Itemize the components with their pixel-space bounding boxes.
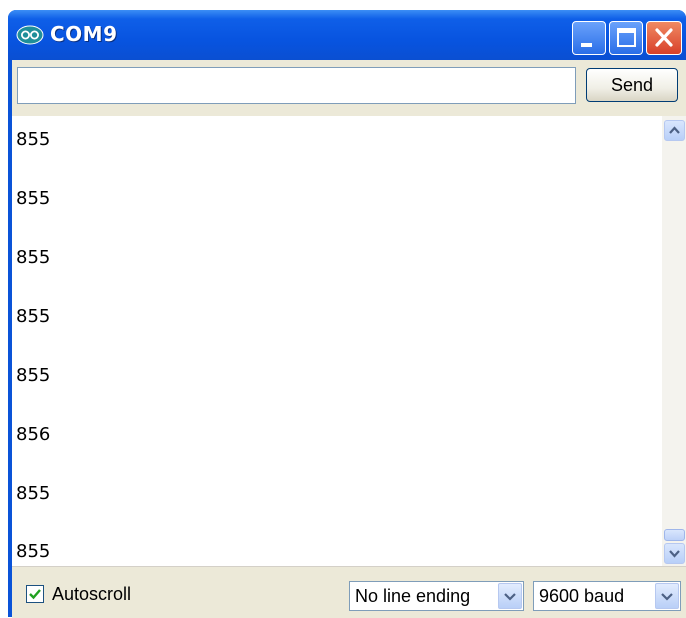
output-line: 855	[16, 541, 51, 562]
scrollbar-thumb[interactable]	[664, 529, 685, 541]
maximize-icon	[617, 28, 636, 47]
close-button[interactable]	[646, 21, 682, 55]
chevron-down-icon	[504, 593, 516, 601]
minimize-button[interactable]	[572, 21, 606, 55]
close-icon	[655, 28, 673, 47]
chevron-up-icon	[669, 126, 680, 134]
scroll-down-button[interactable]	[664, 543, 685, 564]
output-line: 855	[16, 483, 51, 504]
minimize-icon	[581, 43, 592, 47]
output-line: 855	[16, 129, 51, 150]
title-bar[interactable]: COM9	[8, 10, 686, 60]
output-line: 855	[16, 247, 51, 268]
client-area: Send 855 855 855 855 855 856 855 855 Aut…	[12, 60, 686, 618]
serial-input-field[interactable]	[17, 67, 576, 104]
send-button[interactable]: Send	[586, 68, 678, 102]
line-ending-select[interactable]: No line ending	[349, 581, 524, 611]
output-line: 855	[16, 188, 51, 209]
output-line: 855	[16, 365, 51, 386]
arduino-infinity-icon	[16, 25, 44, 45]
serial-monitor-window: COM9 Send 855 855 855 855 855 856 855 85…	[8, 10, 686, 618]
chevron-down-icon	[661, 593, 673, 601]
baud-rate-value: 9600 baud	[539, 586, 625, 606]
vertical-scrollbar[interactable]	[662, 116, 686, 566]
autoscroll-label: Autoscroll	[52, 584, 132, 604]
line-ending-dropdown-button[interactable]	[498, 583, 522, 609]
output-line: 856	[16, 424, 51, 445]
window-title: COM9	[50, 22, 118, 46]
output-line: 855	[16, 306, 51, 327]
baud-rate-dropdown-button[interactable]	[655, 583, 679, 609]
autoscroll-checkbox[interactable]	[26, 585, 44, 603]
status-bar: Autoscroll No line ending 9600 baud	[12, 566, 686, 618]
line-ending-value: No line ending	[355, 586, 471, 606]
maximize-button[interactable]	[609, 21, 643, 55]
baud-rate-select[interactable]: 9600 baud	[533, 581, 681, 611]
serial-output-pane[interactable]: 855 855 855 855 855 856 855 855	[12, 116, 686, 566]
checkmark-icon	[29, 589, 41, 600]
scroll-up-button[interactable]	[664, 120, 685, 141]
chevron-down-icon	[669, 550, 680, 558]
